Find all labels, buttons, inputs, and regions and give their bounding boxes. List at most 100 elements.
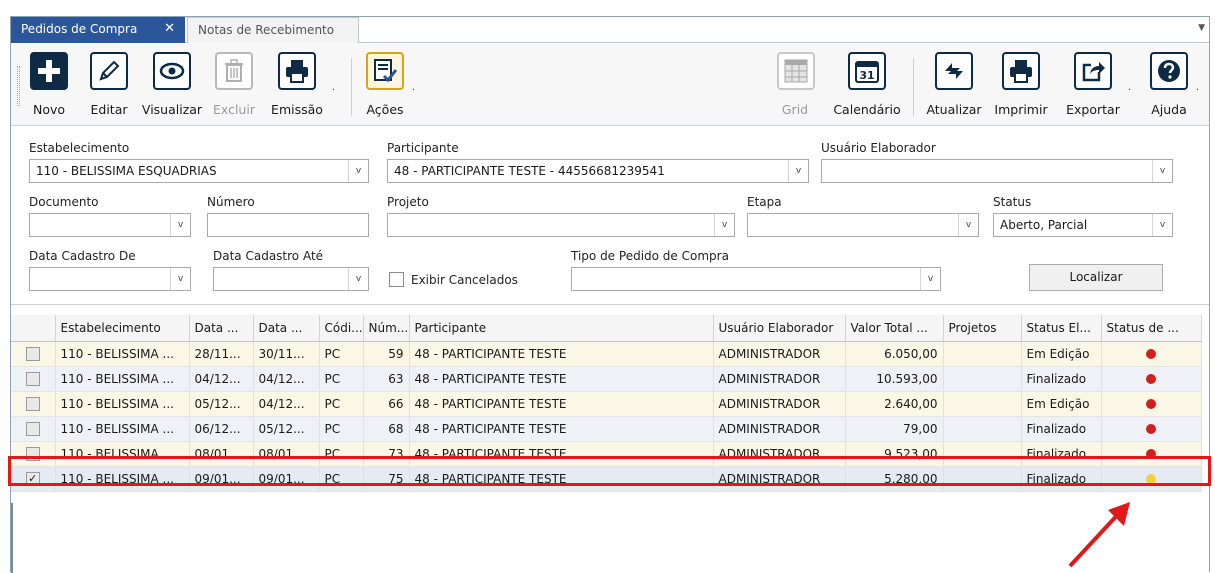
- dropdown-arrow-icon[interactable]: .: [332, 82, 335, 93]
- tipo-pedido-select[interactable]: v: [571, 267, 941, 291]
- close-icon[interactable]: ✕: [164, 21, 175, 36]
- projeto-select[interactable]: v: [387, 213, 735, 237]
- excluir-button[interactable]: Excluir: [209, 52, 259, 122]
- chevron-down-icon[interactable]: v: [170, 268, 190, 290]
- dropdown-arrow-icon[interactable]: .: [1196, 82, 1199, 93]
- chevron-down-icon[interactable]: v: [1152, 160, 1172, 182]
- emissao-button[interactable]: Emissão .: [267, 52, 335, 122]
- data-cadastro-ate-select[interactable]: v: [213, 267, 369, 291]
- status-dot-icon: [1146, 348, 1156, 359]
- column-header[interactable]: Usuário Elaborador: [713, 315, 846, 342]
- status-value: Aberto, Parcial: [1000, 218, 1088, 232]
- table-row[interactable]: 110 - BELISSIMA ... 28/11... 30/11... PC 59 4…: [11, 341, 1202, 367]
- table-row[interactable]: 110 - BELISSIMA ... 05/12... 04/12... PC 66 4…: [11, 391, 1202, 417]
- column-header[interactable]: Estabelecimento: [55, 315, 190, 342]
- chevron-down-icon[interactable]: v: [348, 160, 368, 182]
- status-label: Status: [993, 195, 1032, 209]
- documento-select[interactable]: v: [29, 213, 191, 237]
- row-checkbox[interactable]: [25, 371, 40, 386]
- table-row[interactable]: 110 - BELISSIMA ... 04/12... 04/12... PC 63 4…: [11, 366, 1202, 392]
- column-header[interactable]: Códi...: [319, 315, 364, 342]
- localizar-button[interactable]: Localizar: [1029, 264, 1163, 291]
- status-dot-icon: [1146, 448, 1156, 459]
- column-header[interactable]: Valor Total ...: [845, 315, 944, 342]
- row-checkbox[interactable]: [25, 396, 40, 411]
- cell-usuario: ADMINISTRADOR: [713, 366, 846, 392]
- participante-value: 48 - PARTICIPANTE TESTE - 44556681239541: [394, 164, 665, 178]
- tab-pedidos-de-compra[interactable]: Pedidos de Compra ✕: [11, 17, 185, 43]
- participante-select[interactable]: 48 - PARTICIPANTE TESTE - 44556681239541…: [387, 159, 809, 183]
- calendar-day-text: 31: [859, 69, 874, 82]
- chevron-down-icon[interactable]: v: [348, 268, 368, 290]
- cell-numero: 66: [363, 391, 410, 417]
- column-header[interactable]: Data ...: [189, 315, 254, 342]
- cell-status-elaboracao: Finalizado: [1021, 416, 1102, 442]
- cell-status-recebimento: [1101, 416, 1202, 442]
- chevron-down-icon[interactable]: v: [170, 214, 190, 236]
- filter-panel: Estabelecimento 110 - BELISSIMA ESQUADRI…: [11, 127, 1209, 305]
- ajuda-button[interactable]: Ajuda .: [1147, 52, 1199, 122]
- estabelecimento-value: 110 - BELISSIMA ESQUADRIAS: [36, 164, 217, 178]
- row-checkbox[interactable]: ✓: [25, 471, 40, 486]
- row-checkbox-cell: [11, 416, 56, 442]
- data-cadastro-de-select[interactable]: v: [29, 267, 191, 291]
- column-header[interactable]: Participante: [409, 315, 714, 342]
- printer-icon: [278, 52, 316, 90]
- exportar-button[interactable]: Exportar .: [1063, 52, 1131, 122]
- exportar-label: Exportar: [1066, 102, 1120, 117]
- cell-data: 04/12...: [253, 366, 320, 392]
- cell-data: 08/01...: [189, 441, 254, 467]
- editar-label: Editar: [90, 102, 128, 117]
- atualizar-button[interactable]: Atualizar: [923, 52, 985, 122]
- calendario-button[interactable]: 31 Calendário: [829, 52, 905, 122]
- chevron-down-icon[interactable]: v: [714, 214, 734, 236]
- visualizar-button[interactable]: Visualizar: [141, 52, 203, 122]
- numero-label: Número: [207, 195, 255, 209]
- row-checkbox[interactable]: [25, 446, 40, 461]
- excluir-label: Excluir: [213, 102, 255, 117]
- cell-numero: 73: [363, 441, 410, 467]
- editar-button[interactable]: Editar: [83, 52, 135, 122]
- column-header[interactable]: Status El...: [1021, 315, 1102, 342]
- eye-icon: [153, 52, 191, 90]
- column-header[interactable]: Data ...: [253, 315, 320, 342]
- dropdown-arrow-icon[interactable]: .: [412, 82, 415, 93]
- acoes-button[interactable]: Ações .: [363, 52, 415, 122]
- exibir-cancelados-checkbox[interactable]: [389, 272, 404, 287]
- toolbar-grip[interactable]: [17, 66, 20, 106]
- chevron-down-icon[interactable]: v: [958, 214, 978, 236]
- status-select[interactable]: Aberto, Parcial v: [993, 213, 1173, 237]
- cell-estabelecimento: 110 - BELISSIMA ...: [55, 441, 190, 467]
- tab-notas-de-recebimento[interactable]: Notas de Recebimento: [187, 17, 359, 43]
- dropdown-arrow-icon[interactable]: .: [1128, 82, 1131, 93]
- column-header[interactable]: [11, 315, 56, 342]
- estabelecimento-select[interactable]: 110 - BELISSIMA ESQUADRIAS v: [29, 159, 369, 183]
- table-row[interactable]: ✓ 110 - BELISSIMA ... 09/01... 09/01... PC 75…: [11, 466, 1202, 492]
- column-header[interactable]: Núm...: [363, 315, 410, 342]
- cell-projetos: [943, 441, 1022, 467]
- cell-estabelecimento: 110 - BELISSIMA ...: [55, 341, 190, 367]
- toolbar-separator: [351, 58, 352, 116]
- cell-estabelecimento: 110 - BELISSIMA ...: [55, 391, 190, 417]
- table-row[interactable]: 110 - BELISSIMA ... 06/12... 05/12... PC 68 4…: [11, 416, 1202, 442]
- novo-button[interactable]: Novo: [27, 52, 71, 122]
- column-header[interactable]: Projetos: [943, 315, 1022, 342]
- toolbar-separator: [913, 58, 914, 116]
- usuario-elaborador-select[interactable]: v: [821, 159, 1173, 183]
- cell-projetos: [943, 391, 1022, 417]
- row-checkbox[interactable]: [25, 346, 40, 361]
- etapa-select[interactable]: v: [747, 213, 979, 237]
- grid-button[interactable]: Grid: [777, 52, 815, 122]
- printer-icon: [1002, 52, 1040, 90]
- tipo-pedido-label: Tipo de Pedido de Compra: [571, 249, 729, 263]
- cell-status-elaboracao: Finalizado: [1021, 441, 1102, 467]
- chevron-down-icon[interactable]: v: [788, 160, 808, 182]
- table-row[interactable]: 110 - BELISSIMA ... 08/01... 08/01... PC 73 4…: [11, 441, 1202, 467]
- chevron-down-icon[interactable]: v: [1152, 214, 1172, 236]
- imprimir-button[interactable]: Imprimir: [991, 52, 1051, 122]
- column-header[interactable]: Status de ...: [1101, 315, 1202, 342]
- row-checkbox[interactable]: [25, 421, 40, 436]
- chevron-down-icon[interactable]: v: [920, 268, 940, 290]
- chevron-down-icon[interactable]: ▼: [1198, 23, 1205, 33]
- numero-input[interactable]: [207, 213, 369, 237]
